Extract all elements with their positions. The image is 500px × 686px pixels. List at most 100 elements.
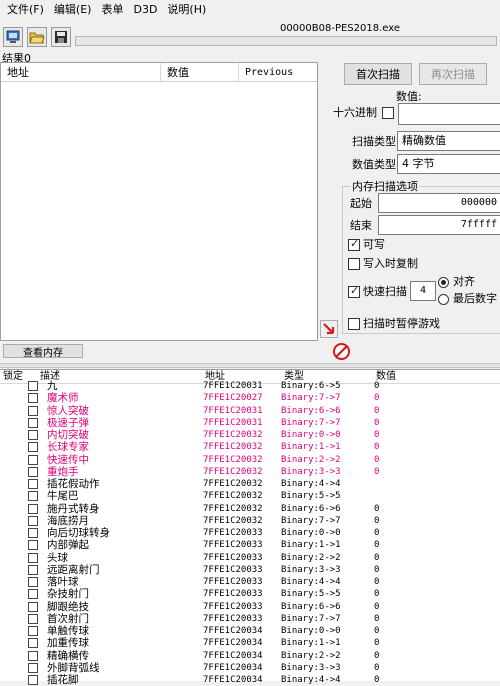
address-cell: 7FFE1C20032 (203, 503, 263, 514)
lock-checkbox[interactable] (28, 442, 38, 453)
select-process-button[interactable] (3, 27, 23, 47)
lock-checkbox[interactable] (28, 417, 38, 428)
description-cell: 快速传中 (47, 453, 89, 466)
table-row[interactable]: 脚跟绝技 7FFE1C20033 Binary:6->6 0 (0, 601, 500, 613)
table-row[interactable]: 落叶球 7FFE1C20033 Binary:4->4 0 (0, 576, 500, 588)
value-cell: 0 (374, 417, 380, 428)
table-row[interactable]: 单触传球 7FFE1C20034 Binary:0->0 0 (0, 625, 500, 637)
menu-table[interactable]: 表单 (96, 0, 128, 20)
add-address-manually-button[interactable] (320, 320, 338, 338)
table-row[interactable]: 内部弹起 7FFE1C20033 Binary:1->1 0 (0, 539, 500, 551)
table-row[interactable]: 快速传中 7FFE1C20032 Binary:2->2 0 (0, 454, 500, 466)
lock-checkbox[interactable] (28, 564, 38, 575)
col-previous[interactable]: Previous (239, 63, 317, 81)
table-row[interactable]: 头球 7FFE1C20033 Binary:2->2 0 (0, 552, 500, 564)
next-scan-button[interactable]: 再次扫描 (419, 63, 487, 85)
fast-scan-checkbox[interactable] (348, 284, 360, 298)
results-list[interactable]: 地址 数值 Previous (0, 62, 318, 341)
lock-checkbox[interactable] (28, 626, 38, 636)
lock-checkbox[interactable] (28, 662, 38, 673)
start-address-input[interactable]: 000000 (378, 193, 500, 213)
lock-checkbox[interactable] (28, 430, 38, 440)
last-digits-label: 最后数字 (453, 292, 497, 305)
table-row[interactable]: 海底捞月 7FFE1C20032 Binary:7->7 0 (0, 515, 500, 527)
lock-checkbox[interactable] (28, 601, 38, 612)
address-cell: 7FFE1C20033 (203, 601, 263, 612)
value-cell: 0 (374, 503, 380, 514)
end-address-input[interactable]: 7fffff (378, 215, 500, 235)
hex-label: 十六进制 (333, 106, 377, 119)
lock-checkbox[interactable] (28, 515, 38, 526)
lock-checkbox[interactable] (28, 552, 38, 563)
address-cell: 7FFE1C20027 (203, 393, 263, 404)
save-button[interactable] (51, 27, 71, 47)
description-cell: 长球专家 (47, 441, 89, 454)
table-row[interactable]: 首次射门 7FFE1C20033 Binary:7->7 0 (0, 613, 500, 625)
table-row[interactable]: 施丹式转身 7FFE1C20032 Binary:6->6 0 (0, 503, 500, 515)
pause-game-checkbox[interactable] (348, 318, 360, 330)
align-radio[interactable] (438, 277, 449, 288)
table-row[interactable]: 杂技射门 7FFE1C20033 Binary:5->5 0 (0, 588, 500, 600)
table-row[interactable]: 长球专家 7FFE1C20032 Binary:1->1 0 (0, 441, 500, 453)
table-row[interactable]: 向后切球转身 7FFE1C20033 Binary:0->0 0 (0, 527, 500, 539)
lock-checkbox[interactable] (28, 528, 38, 538)
value-cell: 0 (374, 540, 380, 551)
lock-checkbox[interactable] (28, 466, 38, 477)
first-scan-button[interactable]: 首次扫描 (344, 63, 412, 85)
lock-checkbox[interactable] (28, 675, 38, 685)
lock-checkbox[interactable] (28, 503, 38, 514)
lock-checkbox[interactable] (28, 577, 38, 587)
col-value[interactable]: 数值 (161, 63, 239, 81)
value-cell: 0 (374, 430, 380, 440)
table-row[interactable]: 插花脚 7FFE1C20034 Binary:4->4 0 (0, 674, 500, 686)
description-cell: 重炮手 (47, 465, 79, 478)
table-row[interactable]: 远距离射门 7FFE1C20033 Binary:3->3 0 (0, 564, 500, 576)
lock-checkbox[interactable] (28, 479, 38, 489)
hex-checkbox[interactable] (382, 107, 394, 119)
lock-checkbox[interactable] (28, 491, 38, 502)
table-row[interactable]: 内切突破 7FFE1C20032 Binary:0->0 0 (0, 429, 500, 441)
value-type-label: 数值类型 (352, 158, 396, 171)
lock-checkbox[interactable] (28, 405, 38, 416)
lock-checkbox[interactable] (28, 613, 38, 624)
address-cell: 7FFE1C20032 (203, 454, 263, 465)
menu-help[interactable]: 说明(H) (162, 0, 211, 20)
lock-checkbox[interactable] (28, 540, 38, 551)
last-digits-radio[interactable] (438, 294, 449, 305)
lock-checkbox[interactable] (28, 381, 38, 391)
col-address[interactable]: 地址 (1, 63, 161, 81)
copy-on-write-checkbox[interactable] (348, 258, 360, 270)
table-row[interactable]: 惊人突破 7FFE1C20031 Binary:6->6 0 (0, 405, 500, 417)
writable-checkbox[interactable] (348, 237, 360, 251)
table-row[interactable]: 九 7FFE1C20031 Binary:6->5 0 (0, 380, 500, 392)
menu-edit[interactable]: 编辑(E) (49, 0, 97, 20)
table-row[interactable]: 外脚背弧线 7FFE1C20034 Binary:3->3 0 (0, 662, 500, 674)
lock-checkbox[interactable] (28, 393, 38, 404)
fast-scan-alignment-input[interactable]: 4 (410, 281, 436, 301)
panel-splitter[interactable] (0, 363, 500, 368)
table-row[interactable]: 精确横传 7FFE1C20034 Binary:2->2 0 (0, 650, 500, 662)
table-row[interactable]: 重炮手 7FFE1C20032 Binary:3->3 0 (0, 466, 500, 478)
lock-checkbox[interactable] (28, 638, 38, 649)
value-input[interactable] (398, 103, 500, 125)
view-memory-button[interactable]: 查看内存 (3, 344, 83, 359)
table-row[interactable]: 加重传球 7FFE1C20034 Binary:1->1 0 (0, 637, 500, 649)
menu-d3d[interactable]: D3D (128, 0, 162, 20)
memory-scan-options-label: 内存扫描选项 (350, 180, 420, 194)
address-list[interactable]: 锁定 描述 地址 类型 数值 九 7FFE1C20031 Binary:6->5 0 魔… (0, 369, 500, 686)
table-row[interactable]: 插花假动作 7FFE1C20032 Binary:4->4 (0, 478, 500, 490)
scan-type-select[interactable]: 精确数值 (397, 131, 500, 151)
value-type-select[interactable]: 4 字节 (397, 154, 500, 174)
folder-open-icon (29, 32, 45, 44)
open-file-button[interactable] (27, 27, 47, 47)
lock-checkbox[interactable] (28, 589, 38, 600)
menu-file[interactable]: 文件(F) (2, 0, 49, 20)
stop-button[interactable] (333, 343, 350, 360)
table-row[interactable]: 极速子弹 7FFE1C20031 Binary:7->7 0 (0, 417, 500, 429)
lock-checkbox[interactable] (28, 650, 38, 661)
type-cell: Binary:3->3 (281, 662, 341, 673)
lock-checkbox[interactable] (28, 454, 38, 465)
table-row[interactable]: 魔术师 7FFE1C20027 Binary:7->7 0 (0, 392, 500, 404)
value-cell: 0 (374, 577, 380, 587)
table-row[interactable]: 牛尾巴 7FFE1C20032 Binary:5->5 (0, 490, 500, 502)
